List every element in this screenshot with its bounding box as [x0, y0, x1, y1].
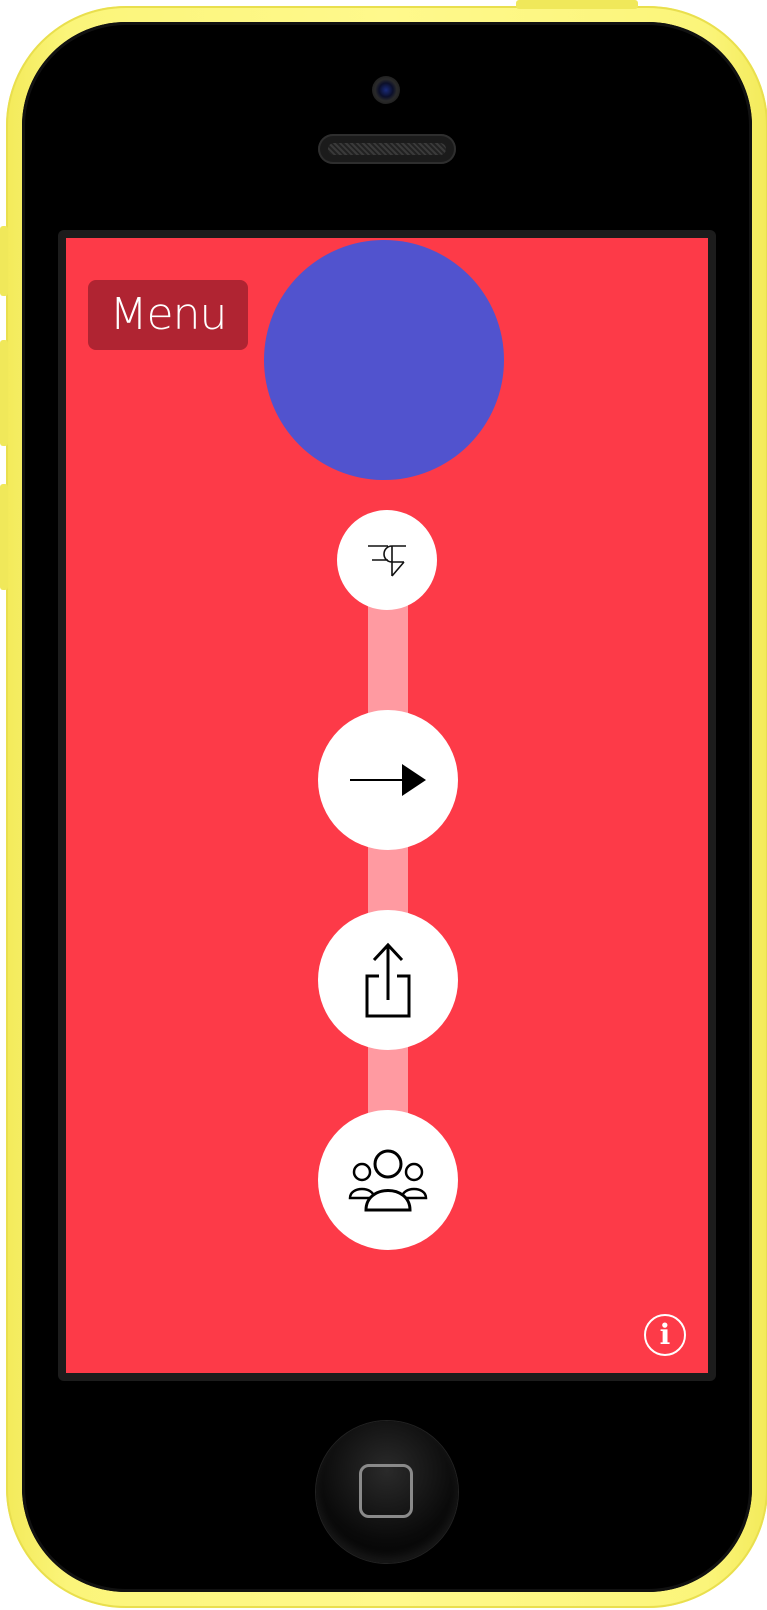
- volume-down-button: [0, 484, 8, 590]
- group-node[interactable]: [318, 1110, 458, 1250]
- brand-logo-node[interactable]: [337, 510, 437, 610]
- volume-up-button: [0, 340, 8, 446]
- device-mockup: Menu i: [0, 0, 767, 1610]
- mute-switch: [0, 226, 8, 296]
- speaker-grille: [328, 143, 446, 155]
- profile-circle[interactable]: [264, 240, 504, 480]
- next-node[interactable]: [318, 710, 458, 850]
- brand-logo-icon: [368, 545, 406, 577]
- group-icon: [348, 1149, 428, 1212]
- earpiece-speaker: [318, 134, 456, 164]
- app-screen: Menu i: [66, 238, 708, 1373]
- home-square-icon: [359, 1464, 413, 1518]
- menu-button[interactable]: Menu: [88, 280, 248, 350]
- share-node[interactable]: [318, 910, 458, 1050]
- power-button: [516, 0, 638, 9]
- share-icon: [365, 942, 411, 1018]
- home-button[interactable]: [316, 1421, 458, 1563]
- front-camera: [372, 76, 400, 104]
- info-icon[interactable]: i: [644, 1314, 686, 1356]
- arrow-right-icon: [350, 764, 426, 796]
